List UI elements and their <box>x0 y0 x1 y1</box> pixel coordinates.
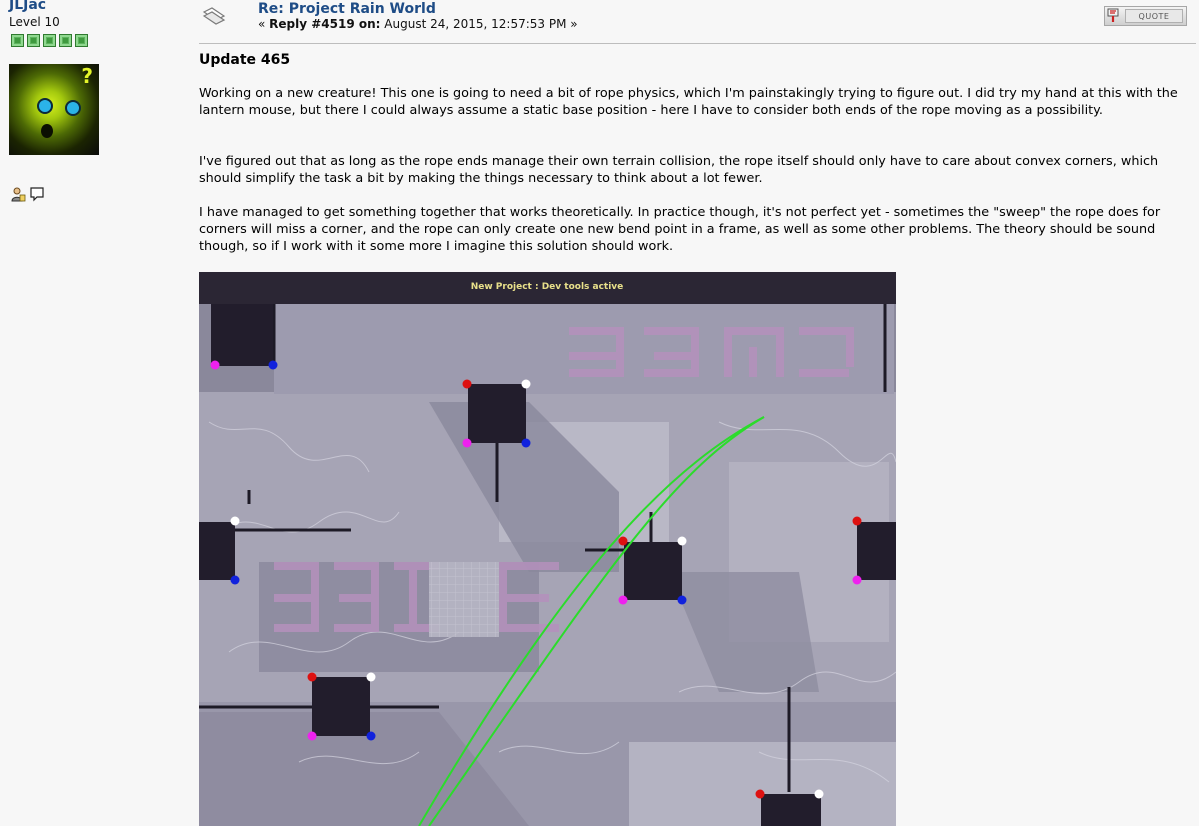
poster-level: Level 10 <box>9 15 60 29</box>
header-divider <box>199 43 1196 44</box>
message-timestamp: August 24, 2015, 12:57:53 PM » <box>380 17 578 31</box>
quote-button[interactable]: QUOTE <box>1104 6 1187 26</box>
message-meta: « Reply #4519 on: August 24, 2015, 12:57… <box>258 17 578 31</box>
avatar-eye <box>65 100 81 116</box>
meta-prefix: « <box>258 17 270 31</box>
avatar-eye <box>37 98 53 114</box>
reply-label: Reply #4519 on: <box>269 17 381 31</box>
star-icon <box>43 34 56 47</box>
post-image: New Project : Dev tools active <box>199 272 896 826</box>
avatar: ? <box>9 64 99 155</box>
screenshot-banner: New Project : Dev tools active <box>471 282 624 292</box>
profile-icon[interactable] <box>10 186 26 202</box>
post-paragraph: I've figured out that as long as the rop… <box>199 154 1159 186</box>
star-icon <box>75 34 88 47</box>
message-icon <box>201 6 227 28</box>
avatar-mouth <box>41 124 53 138</box>
star-icon <box>59 34 72 47</box>
post-body: Update 465 Working on a new creature! Th… <box>199 50 1191 254</box>
quote-label: QUOTE <box>1125 9 1183 23</box>
pm-icon[interactable] <box>29 186 45 202</box>
star-icon <box>27 34 40 47</box>
star-icon <box>11 34 24 47</box>
profile-icons <box>10 186 45 202</box>
post-paragraph: I have managed to get something together… <box>199 205 1161 254</box>
quote-icon <box>1105 7 1123 25</box>
poster-name-link[interactable]: JLJac <box>9 0 46 13</box>
post-paragraph: Working on a new creature! This one is g… <box>199 86 1178 118</box>
poster-stars <box>11 34 88 47</box>
message-title-link[interactable]: Re: Project Rain World <box>258 1 436 17</box>
post-heading: Update 465 <box>199 52 291 68</box>
avatar-question-mark: ? <box>81 64 93 88</box>
